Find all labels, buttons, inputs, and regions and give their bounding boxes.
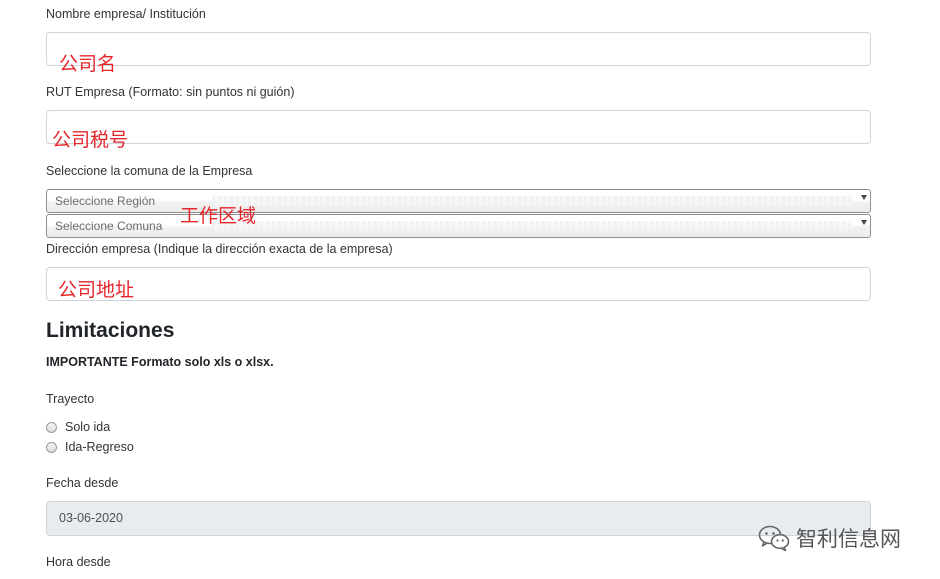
radio-ida-regreso[interactable]: Ida-Regreso (46, 439, 134, 455)
watermark-text: 智利信息网 (796, 527, 901, 551)
commune-annotation: 工作区域 (180, 205, 257, 227)
wechat-icon (758, 525, 790, 552)
company-name-annotation: 公司名 (59, 53, 117, 75)
address-input[interactable] (46, 267, 871, 301)
hora-desde-label: Hora desde (46, 555, 111, 569)
chevron-down-icon (861, 195, 867, 200)
watermark: 智利信息网 (758, 523, 901, 553)
fecha-desde-value: 03-06-2020 (59, 511, 123, 525)
company-name-input[interactable] (46, 32, 871, 66)
trayecto-label: Trayecto (46, 392, 95, 406)
commune-select[interactable]: Seleccione Comuna (46, 214, 871, 238)
fecha-desde-input[interactable]: 03-06-2020 (46, 501, 871, 536)
rut-annotation: 公司税号 (52, 129, 129, 151)
fecha-desde-label: Fecha desde (46, 476, 119, 490)
rut-input[interactable] (46, 110, 871, 144)
region-select-strip (212, 196, 852, 206)
radio-ida-regreso-label: Ida-Regreso (65, 440, 134, 454)
company-name-label: Nombre empresa/ Institución (46, 7, 206, 21)
address-label: Dirección empresa (Indique la dirección … (46, 242, 393, 256)
radio-circle-icon[interactable] (46, 421, 57, 433)
chevron-down-icon (861, 220, 867, 225)
commune-select-strip (212, 221, 852, 231)
limitations-title: Limitaciones (46, 319, 175, 342)
rut-label: RUT Empresa (Formato: sin puntos ni guió… (46, 85, 295, 99)
radio-solo-ida-label: Solo ida (65, 420, 111, 434)
radio-solo-ida[interactable]: Solo ida (46, 419, 110, 435)
region-select[interactable]: Seleccione Región (46, 189, 871, 213)
commune-select-text: Seleccione Comuna (55, 219, 163, 233)
address-annotation: 公司地址 (58, 279, 135, 301)
commune-label: Seleccione la comuna de la Empresa (46, 164, 253, 178)
radio-circle-icon[interactable] (46, 441, 57, 453)
region-select-text: Seleccione Región (55, 194, 156, 208)
important-note: IMPORTANTE Formato solo xls o xlsx. (46, 355, 274, 369)
